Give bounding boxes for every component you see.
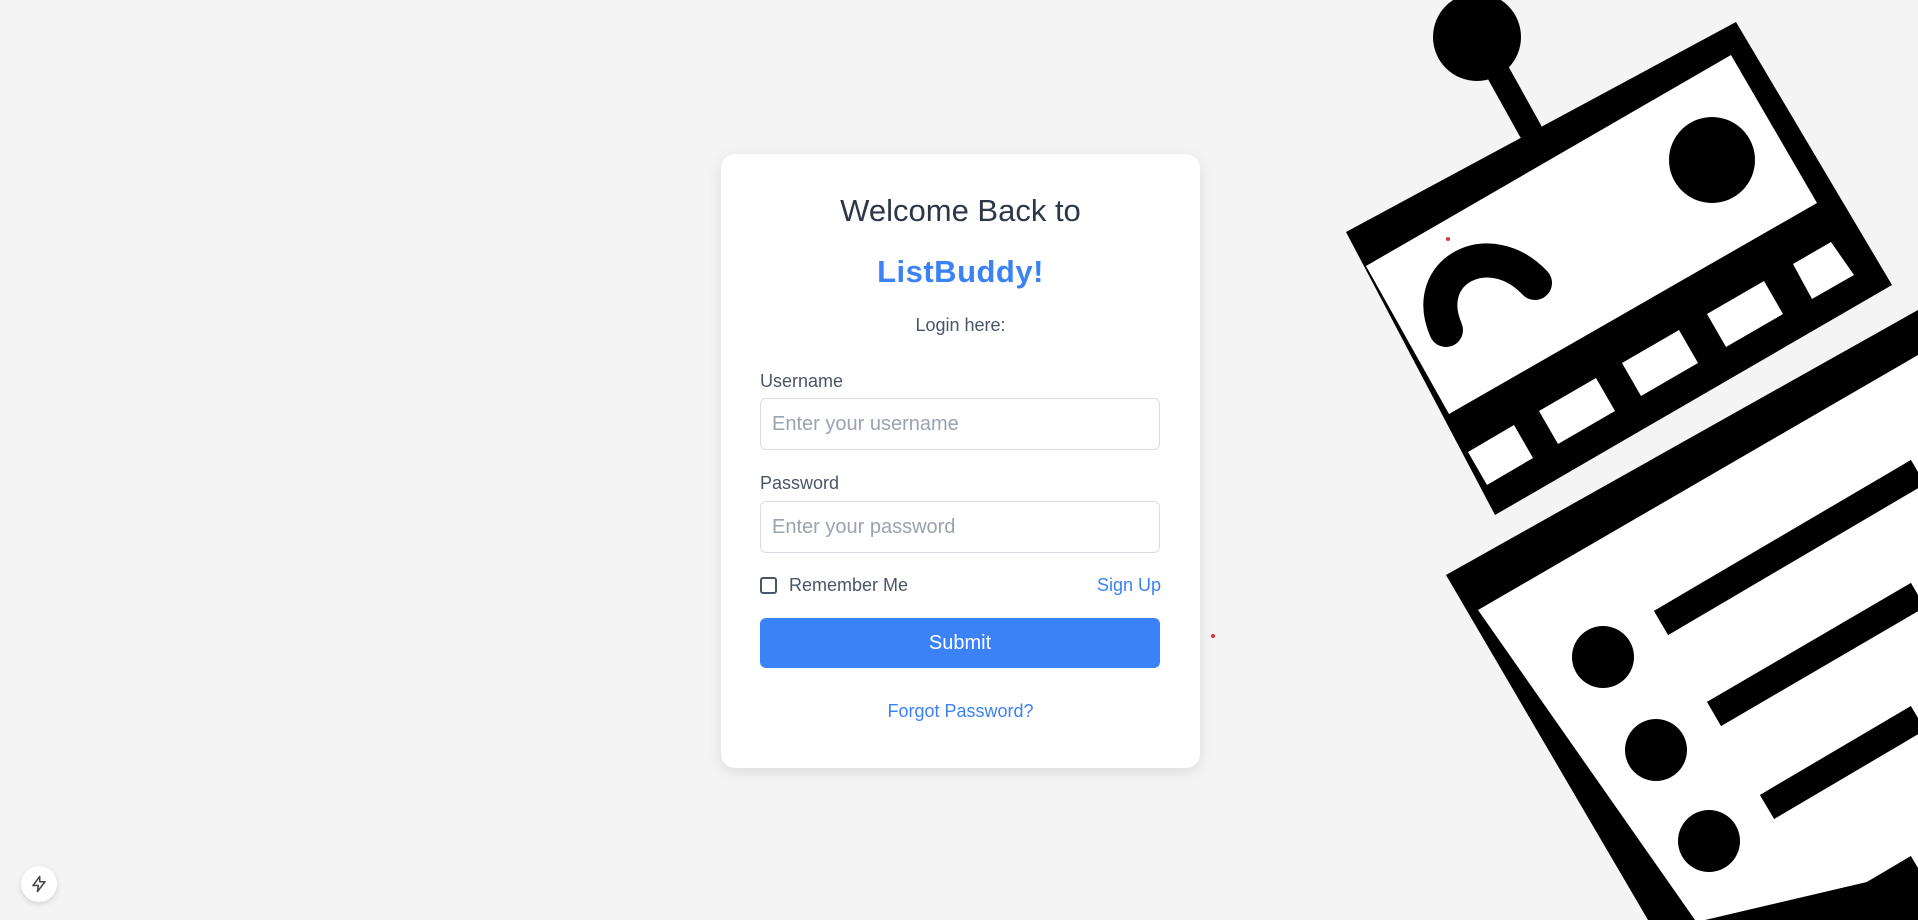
password-input[interactable] [760,501,1160,553]
dev-tools-button[interactable] [21,866,57,902]
sign-up-link[interactable]: Sign Up [1097,575,1161,597]
login-subtitle: Login here: [915,315,1006,335]
remember-me-label[interactable]: Remember Me [789,575,908,596]
password-label: Password [760,473,840,493]
brand-title: ListBuddy! [877,254,1044,289]
marker-dot [1211,634,1215,638]
lightning-icon [32,875,46,893]
robot-eye [1669,117,1755,203]
remember-me-row: Remember Me [760,575,908,596]
login-card: Welcome Back to ListBuddy! Login here: U… [721,154,1200,768]
remember-me-checkbox[interactable] [760,577,777,594]
forgot-password-link[interactable]: Forgot Password? [721,702,1200,720]
submit-button[interactable]: Submit [760,618,1160,668]
username-input[interactable] [760,398,1160,450]
username-label: Username [760,371,844,391]
welcome-heading: Welcome Back to [840,193,1081,228]
marker-dot [1446,237,1450,241]
robot-illustration [1346,0,1918,920]
